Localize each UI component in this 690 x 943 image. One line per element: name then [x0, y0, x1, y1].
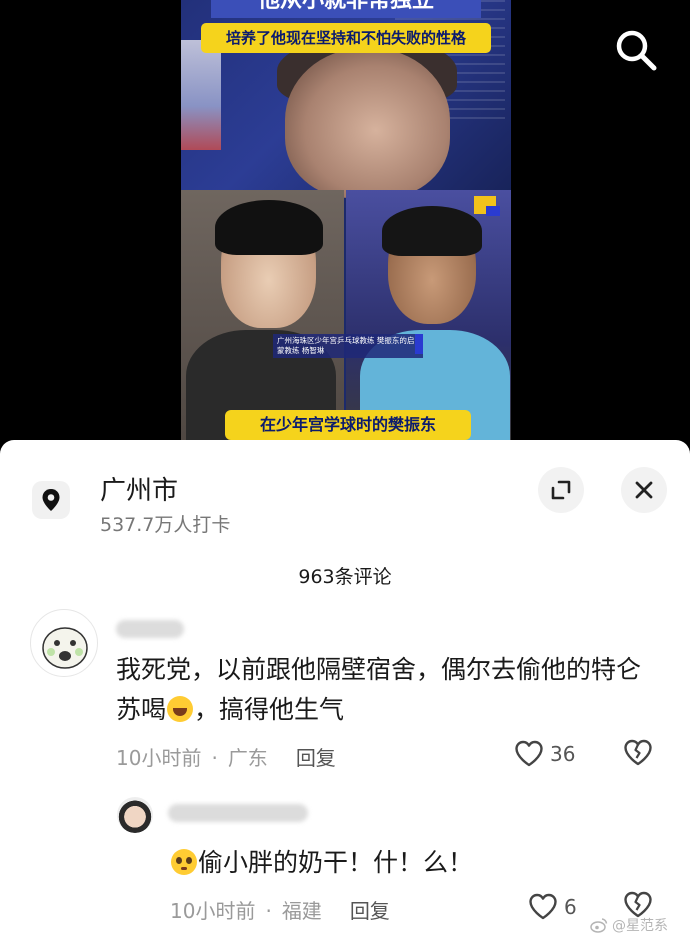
reply-text-part: 偷小胖的奶干！什！么！	[198, 848, 474, 877]
heart-icon	[515, 740, 543, 767]
search-button[interactable]	[612, 26, 660, 74]
comment-time: 10小时前	[170, 899, 256, 923]
comment-time: 10小时前	[116, 746, 202, 770]
kid-hair	[382, 206, 482, 256]
username-blurred[interactable]	[168, 804, 308, 822]
expand-button[interactable]	[538, 467, 584, 513]
channel-logo-accent	[486, 206, 500, 216]
comment-region: 广东	[227, 746, 268, 770]
laughing-emoji-icon	[167, 696, 194, 722]
comment-meta: 10小时前 · 福建 回复	[170, 895, 390, 924]
avatar[interactable]	[30, 609, 98, 677]
like-button[interactable]: 36	[514, 740, 575, 768]
video-caption-coach: 广州海珠区少年宫乒乓球教练 樊振东的启蒙教练 杨智琳	[273, 334, 423, 358]
dislike-button[interactable]	[623, 739, 653, 771]
comment-text: 我死党，以前跟他隔壁宿舍，偶尔去偷他的特仑苏喝 ，搞得他生气	[116, 650, 656, 730]
location-pin-icon	[42, 489, 60, 511]
like-count: 6	[564, 895, 577, 919]
reply-button[interactable]: 回复	[350, 899, 390, 923]
comment-region: 福建	[281, 899, 322, 923]
like-count: 36	[550, 742, 576, 766]
comment-count: 963条评论	[298, 566, 392, 588]
close-button[interactable]	[621, 467, 667, 513]
location-title[interactable]: 广州市	[100, 470, 178, 507]
cartoon-avatar-icon	[42, 627, 88, 669]
reply-button[interactable]: 回复	[296, 746, 336, 770]
username-blurred[interactable]	[116, 620, 184, 638]
video-player[interactable]: 他从小就非常独立 培养了他现在坚持和不怕失败的性格 广州海珠区少年宫乒乓球教练 …	[0, 0, 690, 445]
video-frame: 他从小就非常独立 培养了他现在坚持和不怕失败的性格 广州海珠区少年宫乒乓球教练 …	[181, 0, 511, 445]
weibo-icon	[590, 918, 608, 933]
expand-icon	[551, 480, 571, 500]
search-icon	[616, 30, 657, 71]
watermark-text: @星范系	[612, 918, 668, 934]
meta-separator: ·	[265, 899, 272, 923]
comment-meta: 10小时前 · 广东 回复	[116, 742, 336, 771]
kid-hair	[215, 200, 323, 255]
video-sub-banner: 培养了他现在坚持和不怕失败的性格	[201, 23, 491, 53]
video-bottom-banner: 在少年宫学球时的樊振东	[225, 410, 471, 440]
wall-poster	[181, 40, 221, 150]
location-checkins: 537.7万人打卡	[100, 514, 231, 536]
heart-icon	[529, 893, 557, 920]
avatar[interactable]	[117, 797, 153, 833]
caption-marker	[415, 334, 423, 354]
woman-face	[285, 48, 450, 198]
watermark: @星范系	[590, 915, 668, 935]
reply-text: 偷小胖的奶干！什！么！	[170, 843, 650, 883]
like-button[interactable]: 6	[528, 893, 577, 921]
childhood-photo-right	[346, 190, 511, 445]
comment-text-part: ，搞得他生气	[194, 695, 345, 724]
close-icon	[635, 481, 653, 499]
meta-separator: ·	[211, 746, 218, 770]
broken-heart-icon	[624, 739, 652, 766]
location-badge[interactable]	[32, 481, 70, 519]
childhood-photo-left	[181, 190, 344, 445]
video-title-strip: 他从小就非常独立	[211, 0, 481, 18]
pleading-emoji-icon	[171, 849, 197, 875]
